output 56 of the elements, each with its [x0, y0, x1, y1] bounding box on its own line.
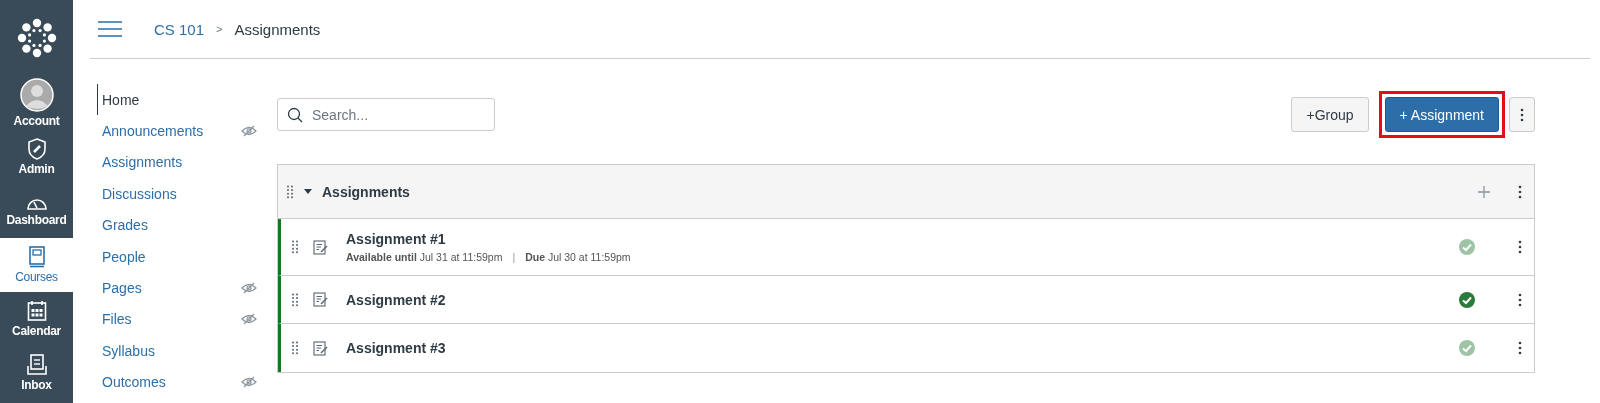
shield-icon	[26, 138, 47, 160]
global-nav-item[interactable]: Admin	[0, 130, 73, 184]
hidden-eye-icon	[241, 125, 257, 138]
logo-icon[interactable]	[16, 18, 57, 58]
hidden-eye-icon	[241, 313, 257, 326]
group-title: Assignments	[322, 183, 411, 200]
course-nav-link[interactable]: Discussions	[97, 178, 277, 210]
kebab-icon[interactable]	[1520, 107, 1524, 122]
search-field[interactable]: Search...	[277, 98, 495, 131]
assignment-date: Due Jul 30 at 11:59pm	[525, 251, 631, 263]
course-nav-link[interactable]: Syllabus	[97, 335, 277, 367]
course-nav-link[interactable]: Files	[97, 303, 277, 336]
calendar-icon	[26, 300, 47, 322]
add-assignment-button[interactable]: + Assignment	[1384, 97, 1499, 132]
course-nav-link[interactable]: Outcomes	[97, 366, 277, 398]
published-check-icon[interactable]	[1458, 290, 1476, 309]
course-nav-link[interactable]: Grades	[97, 209, 277, 241]
more-options-icon[interactable]	[1518, 184, 1522, 199]
global-nav-item[interactable]: Inbox	[0, 346, 73, 400]
menu-icon[interactable]	[98, 21, 122, 37]
collapse-toggle[interactable]	[304, 188, 312, 195]
published-check-icon[interactable]	[1458, 339, 1476, 357]
course-nav-link[interactable]: Announcements	[97, 115, 277, 147]
drag-handle-icon[interactable]	[286, 184, 294, 199]
add-icon[interactable]	[1478, 185, 1490, 198]
drag-handle-icon[interactable]	[291, 240, 299, 254]
assignment-title[interactable]: Assignment #2	[346, 291, 1444, 308]
global-nav-item[interactable]: Dashboard	[0, 184, 73, 238]
drag-handle-icon[interactable]	[291, 341, 299, 355]
hidden-eye-icon	[241, 282, 257, 295]
more-options-icon[interactable]	[1518, 341, 1522, 355]
assignment-title[interactable]: Assignment #1	[346, 231, 1444, 247]
breadcrumb-separator: >	[216, 23, 223, 35]
more-options-icon[interactable]	[1518, 292, 1522, 307]
assignment-title[interactable]: Assignment #3	[346, 340, 1444, 356]
assignment-icon	[313, 292, 328, 307]
assignment-icon	[313, 239, 328, 255]
avatar-icon	[19, 78, 54, 112]
add-group-button[interactable]: +Group	[1291, 97, 1369, 132]
more-options-icon[interactable]	[1518, 240, 1522, 254]
course-nav-link[interactable]: Assignments	[97, 146, 277, 179]
breadcrumb-link[interactable]: CS 101	[154, 20, 205, 38]
assignment-date: Available until Jul 31 at 11:59pm	[346, 251, 503, 263]
published-check-icon[interactable]	[1458, 238, 1476, 256]
hidden-eye-icon	[241, 376, 257, 389]
drag-handle-icon[interactable]	[291, 292, 299, 307]
assignment-icon	[313, 340, 328, 356]
global-nav-item[interactable]: Courses	[0, 238, 73, 292]
book-icon	[27, 246, 46, 268]
global-nav-item[interactable]: Calendar	[0, 292, 73, 346]
inbox-icon	[26, 354, 47, 376]
course-nav-link[interactable]: People	[97, 240, 277, 273]
breadcrumb-current: Assignments	[234, 20, 321, 38]
detail-separator: |	[511, 251, 517, 263]
global-nav-item[interactable]: Account	[0, 76, 73, 130]
course-nav-link[interactable]: Pages	[97, 272, 277, 304]
